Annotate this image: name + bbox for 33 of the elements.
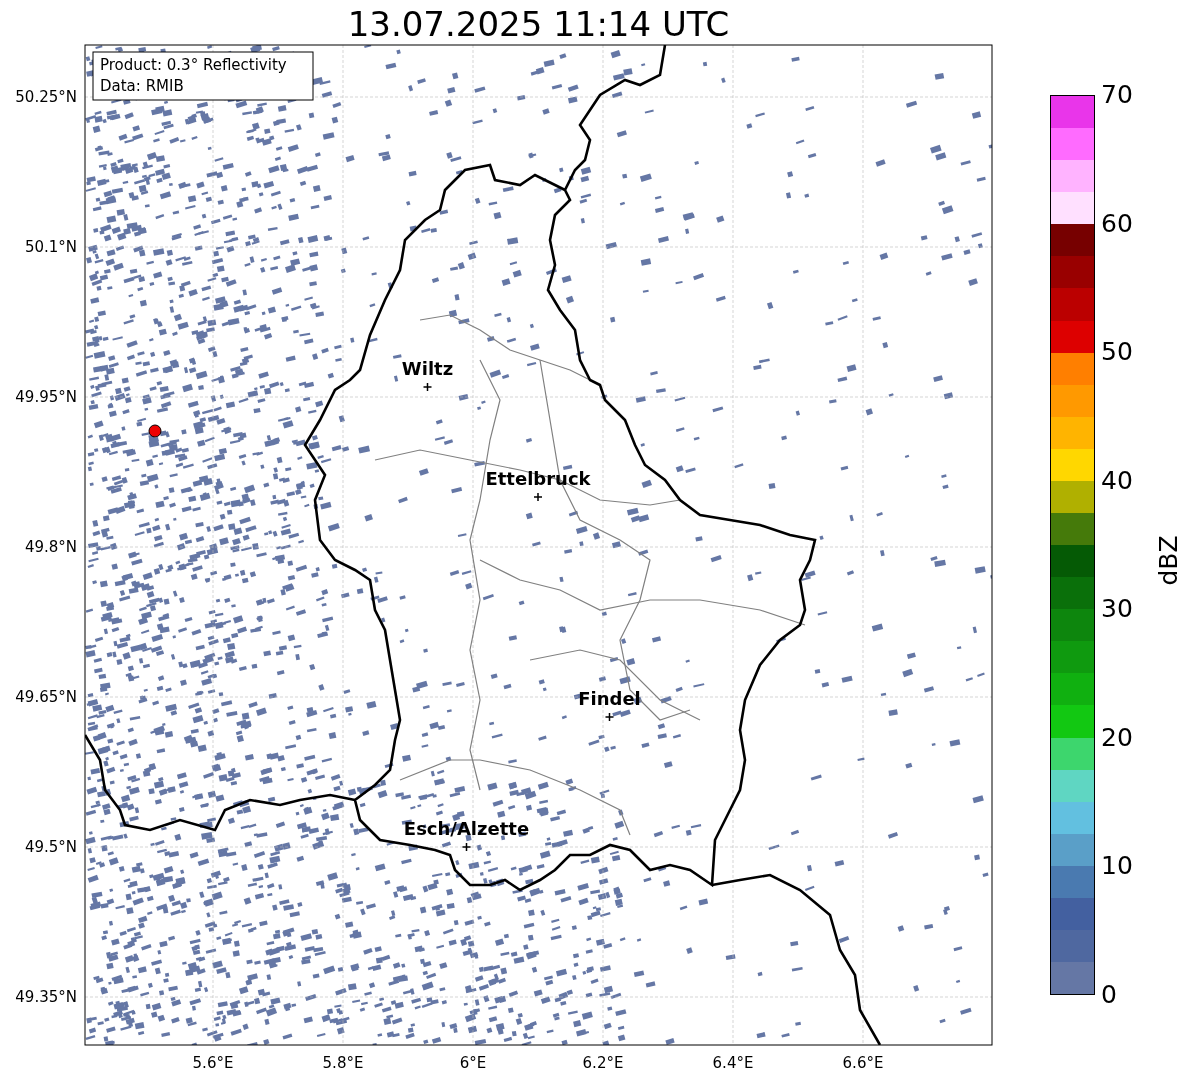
longitude-label: 6.4°E <box>712 1054 754 1072</box>
longitude-label: 5.8°E <box>322 1054 364 1072</box>
colorbar-tick-label: 10 <box>1101 852 1133 881</box>
city-marker-icon <box>604 712 615 722</box>
latitude-label: 49.35°N <box>15 988 77 1006</box>
city-marker-icon <box>533 492 543 502</box>
radar-site-icon <box>148 424 162 438</box>
city-label: Ettelbruck <box>485 468 591 489</box>
city-marker-icon <box>422 382 433 392</box>
colorbar-tick-label: 50 <box>1101 338 1133 367</box>
colorbar-tick-label: 40 <box>1101 466 1133 495</box>
city-label: Findel <box>578 688 641 709</box>
longitude-label: 6.6°E <box>842 1054 884 1072</box>
longitude-label: 6°E <box>459 1054 487 1072</box>
latitude-label: 49.8°N <box>24 538 77 556</box>
latitude-label: 49.95°N <box>15 388 77 406</box>
info-text: Product: 0.3° Reflectivity <box>100 56 287 74</box>
latitude-label: 49.5°N <box>24 838 77 856</box>
colorbar-tick-label: 60 <box>1101 209 1133 238</box>
latitude-label: 50.1°N <box>24 238 77 256</box>
longitude-label: 6.2°E <box>582 1054 624 1072</box>
info-text: Data: RMIB <box>100 77 184 95</box>
colorbar-tick-label: 30 <box>1101 595 1133 624</box>
colorbar-tick-label: 70 <box>1101 81 1133 109</box>
city-label: Wiltz <box>401 358 454 379</box>
plot-title: 13.07.2025 11:14 UTC <box>347 4 730 44</box>
latitude-label: 50.25°N <box>15 88 77 106</box>
colorbar-unit-label: dBZ <box>1153 535 1183 586</box>
longitude-label: 5.6°E <box>192 1054 234 1072</box>
colorbar-tick-label: 0 <box>1101 980 1118 1009</box>
city-marker-icon <box>461 842 472 852</box>
latitude-label: 49.65°N <box>15 688 77 706</box>
colorbar-tick-label: 20 <box>1101 723 1133 752</box>
